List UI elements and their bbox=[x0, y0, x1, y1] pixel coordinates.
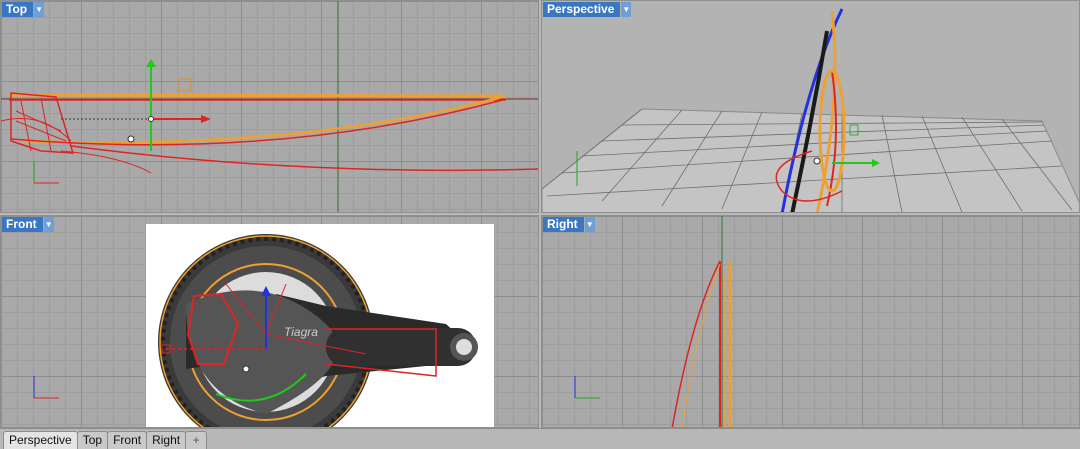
crankset-reference-image: Tiagra bbox=[146, 224, 494, 427]
tab-right[interactable]: Right bbox=[146, 431, 187, 449]
viewport-perspective[interactable]: Perspective ▼ bbox=[541, 0, 1080, 213]
plus-icon[interactable]: + bbox=[185, 431, 208, 449]
triangle-down-icon[interactable]: ▼ bbox=[43, 217, 54, 232]
viewport-title-right[interactable]: Right ▼ bbox=[543, 217, 595, 232]
tab-top[interactable]: Top bbox=[76, 431, 109, 449]
viewport-label[interactable]: Right bbox=[543, 217, 584, 232]
crankset-drawing: Tiagra bbox=[158, 234, 478, 427]
viewport-label[interactable]: Front bbox=[2, 217, 43, 232]
viewport-top[interactable]: Top ▼ bbox=[0, 0, 539, 213]
right-view-geometry bbox=[574, 216, 732, 427]
viewport-title-top[interactable]: Top ▼ bbox=[2, 2, 45, 17]
viewport-right[interactable]: Right ▼ bbox=[541, 215, 1080, 428]
triangle-down-icon[interactable]: ▼ bbox=[584, 217, 595, 232]
triangle-down-icon[interactable]: ▼ bbox=[621, 2, 632, 17]
viewport-title-front[interactable]: Front ▼ bbox=[2, 217, 54, 232]
viewport-title-perspective[interactable]: Perspective ▼ bbox=[543, 2, 632, 17]
triangle-down-icon[interactable]: ▼ bbox=[34, 2, 45, 17]
viewport-front[interactable]: Tiagra Front ▼ bbox=[0, 215, 539, 428]
tab-front[interactable]: Front bbox=[107, 431, 148, 449]
viewport-tab-bar: Perspective Top Front Right + bbox=[0, 428, 1080, 449]
crank-logo: Tiagra bbox=[284, 325, 318, 339]
viewport-label[interactable]: Top bbox=[2, 2, 34, 17]
viewport-label[interactable]: Perspective bbox=[543, 2, 621, 17]
perspective-view-geometry bbox=[542, 8, 1079, 212]
top-view-geometry bbox=[1, 1, 538, 212]
tab-perspective[interactable]: Perspective bbox=[3, 431, 78, 449]
